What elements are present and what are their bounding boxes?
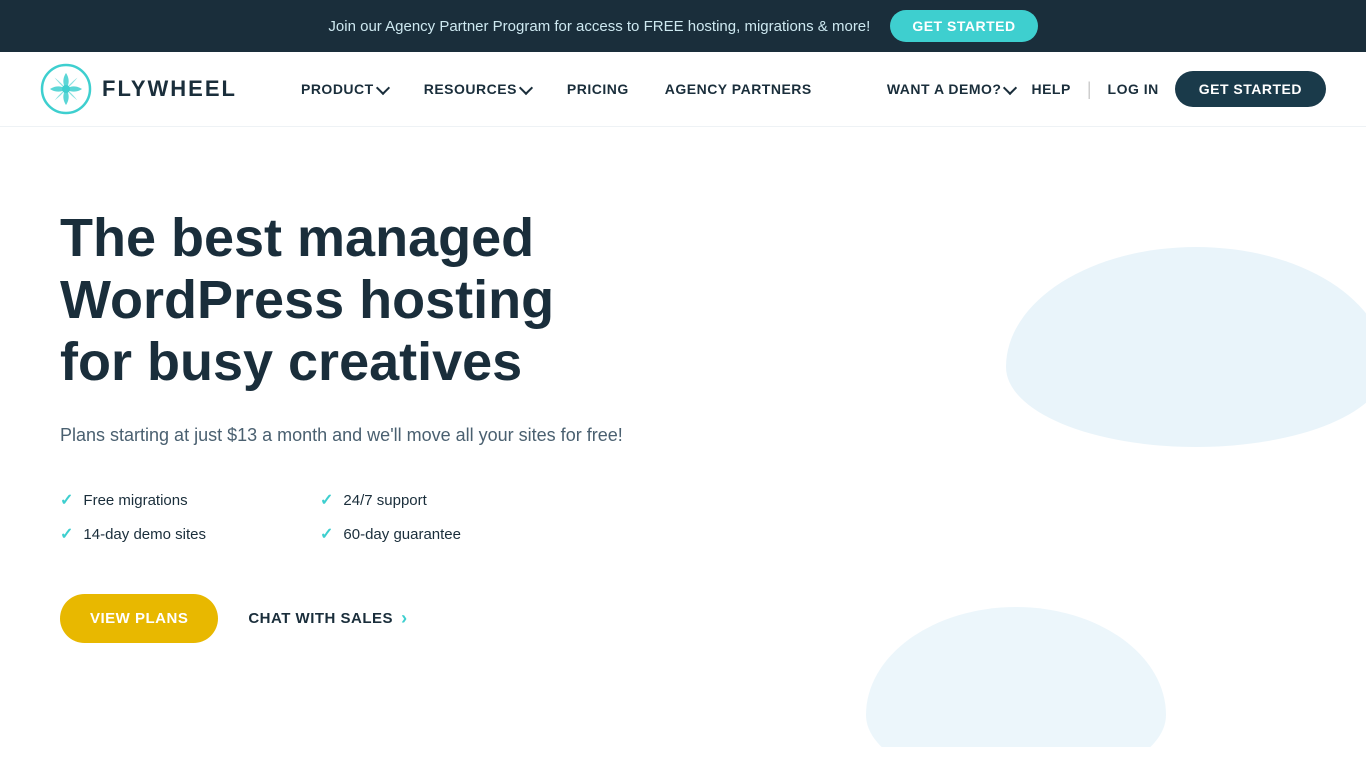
check-icon: ✓ — [320, 524, 333, 544]
feature-item-demo-sites: ✓ 14-day demo sites — [60, 524, 260, 544]
check-icon: ✓ — [60, 524, 73, 544]
hero-section: The best managed WordPress hosting for b… — [0, 127, 1366, 747]
nav-resources[interactable]: RESOURCES — [410, 73, 545, 105]
cloud-decoration-bottom — [866, 607, 1166, 747]
nav-pricing[interactable]: PRICING — [553, 73, 643, 105]
header: FLYWHEEL PRODUCT RESOURCES PRICING AGENC… — [0, 52, 1366, 127]
hero-content: The best managed WordPress hosting for b… — [60, 207, 640, 643]
main-nav: PRODUCT RESOURCES PRICING AGENCY PARTNER… — [287, 73, 887, 105]
hero-title: The best managed WordPress hosting for b… — [60, 207, 640, 393]
logo[interactable]: FLYWHEEL — [40, 63, 237, 115]
chevron-down-icon — [1003, 80, 1017, 94]
view-plans-button[interactable]: VIEW PLANS — [60, 594, 218, 643]
feature-item-guarantee: ✓ 60-day guarantee — [320, 524, 520, 544]
nav-login[interactable]: LOG IN — [1108, 81, 1159, 97]
banner-cta-button[interactable]: GET STARTED — [890, 10, 1037, 42]
cloud-decoration-top — [1006, 247, 1366, 447]
nav-get-started-button[interactable]: GET STARTED — [1175, 71, 1326, 107]
nav-demo[interactable]: WANT A DEMO? — [887, 81, 1016, 97]
banner-text: Join our Agency Partner Program for acce… — [328, 18, 870, 35]
feature-item-migrations: ✓ Free migrations — [60, 490, 260, 510]
chevron-right-icon: › — [401, 608, 408, 629]
chevron-down-icon — [519, 80, 533, 94]
check-icon: ✓ — [320, 490, 333, 510]
chat-with-sales-link[interactable]: CHAT WITH SALES › — [248, 608, 407, 629]
top-banner: Join our Agency Partner Program for acce… — [0, 0, 1366, 52]
chevron-down-icon — [376, 80, 390, 94]
nav-agency-partners[interactable]: AGENCY PARTNERS — [651, 73, 826, 105]
check-icon: ✓ — [60, 490, 73, 510]
cta-row: VIEW PLANS CHAT WITH SALES › — [60, 594, 640, 643]
features-list: ✓ Free migrations ✓ 24/7 support ✓ 14-da… — [60, 490, 520, 544]
nav-right: WANT A DEMO? HELP | LOG IN GET STARTED — [887, 71, 1326, 107]
nav-help[interactable]: HELP — [1031, 81, 1070, 97]
flywheel-logo-icon — [40, 63, 92, 115]
nav-product[interactable]: PRODUCT — [287, 73, 402, 105]
feature-item-support: ✓ 24/7 support — [320, 490, 520, 510]
nav-divider: | — [1087, 79, 1092, 100]
hero-subtitle: Plans starting at just $13 a month and w… — [60, 421, 640, 450]
logo-text: FLYWHEEL — [102, 76, 237, 102]
